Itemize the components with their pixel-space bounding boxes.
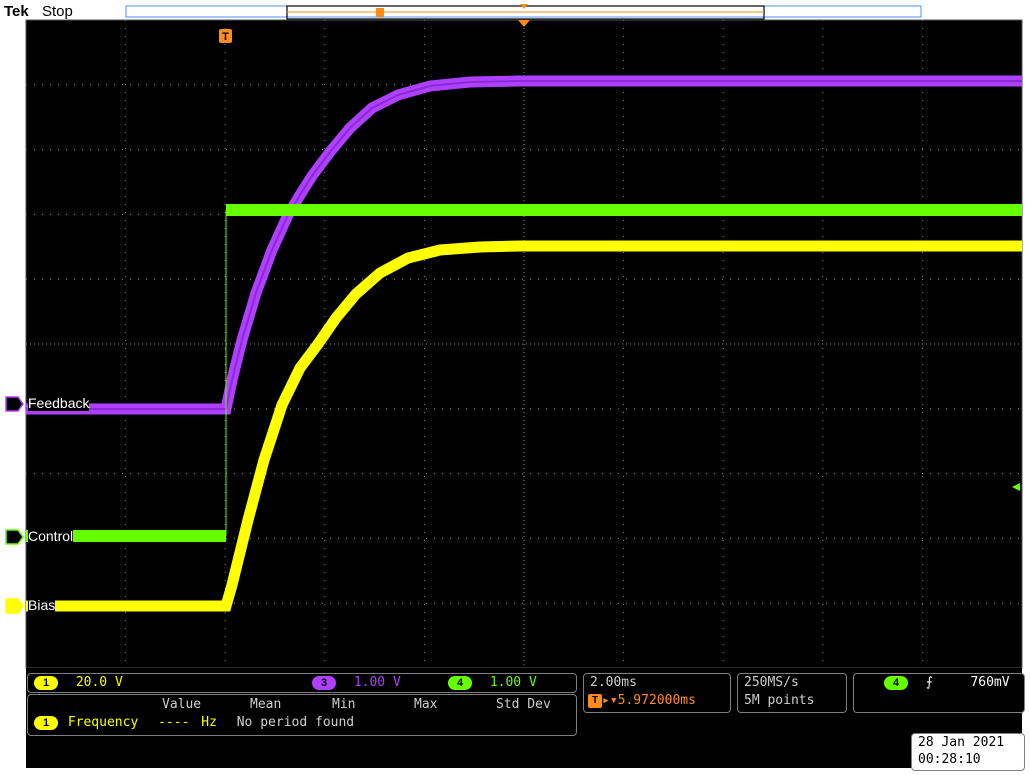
ch4-ground-marker (5, 529, 24, 545)
date: 28 Jan 2021 (918, 735, 1005, 750)
ch3-badge-icon: 3 (312, 675, 336, 690)
measure-header-mean: Mean (250, 697, 282, 712)
acquisition-readout[interactable]: 250MS/s 5M points (737, 673, 847, 713)
ch4-badge-icon: 4 (448, 675, 472, 690)
ch3-ground-marker (5, 396, 24, 412)
ch3-scale[interactable]: 3 1.00 V (312, 675, 401, 690)
measure-header-min: Min (332, 697, 356, 712)
rising-edge-icon: ⨍ (925, 675, 933, 690)
oscilloscope-screen: Tek Stop T Feedback Control Bias 1 20.0 … (0, 0, 1030, 775)
ch1-ground-marker (5, 598, 24, 614)
trigger-readout[interactable]: 4 ⨍ 760mV (853, 673, 1025, 713)
trigger-position-icon: T (588, 693, 602, 708)
channel-label-bias[interactable]: Bias (28, 597, 56, 613)
ch4-scale[interactable]: 4 1.00 V (448, 675, 537, 690)
waveform-display: T (5, 4, 1023, 768)
trigger-settings: 4 ⨍ 760mV (884, 675, 1010, 690)
horizontal-position: T ▸▾5.972000ms (588, 693, 696, 708)
vertical-scale-readout[interactable]: 1 20.0 V 3 1.00 V 4 1.00 V (27, 673, 577, 693)
measure-row-frequency[interactable]: 1 Frequency ---- Hz No period found (34, 715, 354, 730)
svg-text:T: T (222, 31, 229, 43)
record-trigger-position-icon (376, 8, 384, 17)
measure-header-stddev: Std Dev (496, 697, 551, 712)
measure-ch1-badge-icon: 1 (34, 715, 58, 730)
sample-rate: 250MS/s (744, 675, 799, 690)
horizontal-readout[interactable]: 2.00ms T ▸▾5.972000ms (583, 673, 731, 713)
trigger-level: 760mV (970, 675, 1010, 690)
measure-header-max: Max (414, 697, 438, 712)
channel-label-feedback[interactable]: Feedback (28, 395, 90, 411)
measurement-panel[interactable]: Value Mean Min Max Std Dev 1 Frequency -… (27, 694, 577, 736)
ch1-badge-icon: 1 (34, 675, 58, 690)
channel-label-control[interactable]: Control (28, 528, 74, 544)
date-time-readout: 28 Jan 2021 00:28:10 (911, 733, 1025, 771)
time-per-div: 2.00ms (590, 675, 637, 690)
ch1-scale[interactable]: 1 20.0 V (34, 675, 123, 690)
measure-header-value: Value (162, 697, 202, 712)
time: 00:28:10 (918, 752, 981, 767)
record-length: 5M points (744, 693, 815, 708)
trigger-source-badge-icon: 4 (884, 675, 908, 690)
